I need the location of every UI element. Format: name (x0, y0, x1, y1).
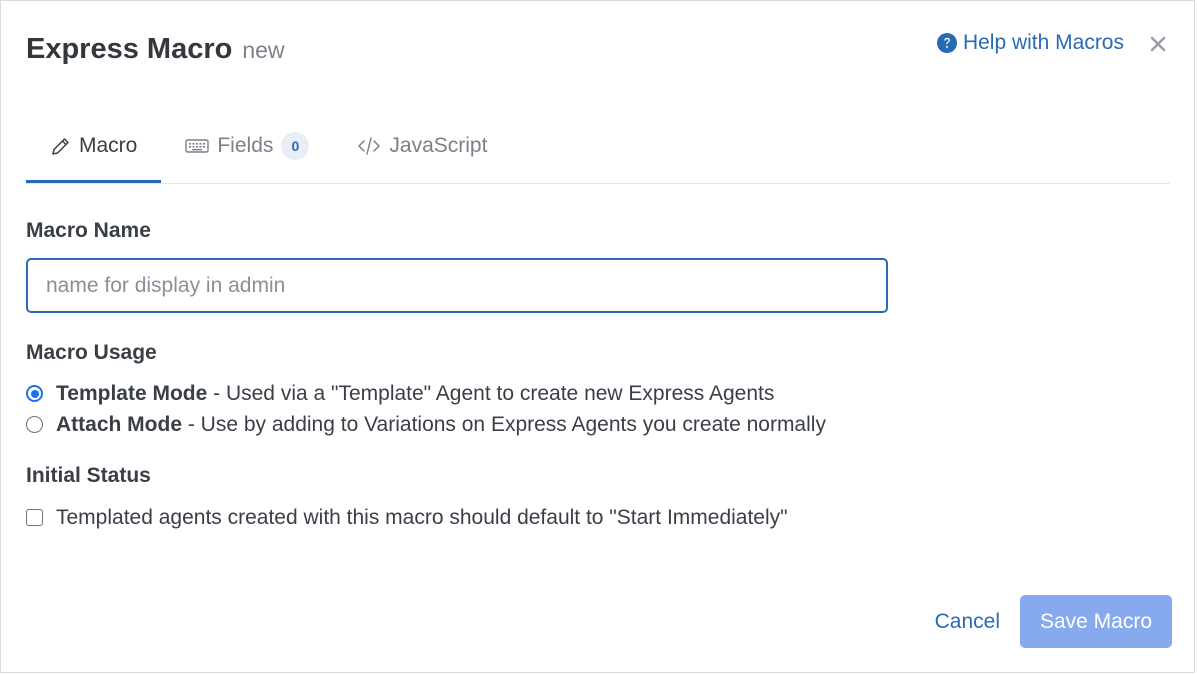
template-mode-name: Template Mode (56, 381, 208, 405)
help-with-macros-link[interactable]: Help with Macros (936, 31, 1124, 55)
pencil-icon (52, 137, 69, 155)
attach-mode-description: - Use by adding to Variations on Express… (182, 412, 826, 436)
tab-javascript[interactable]: JavaScript (333, 111, 511, 181)
modal-header: Express Macro new Help with Macros (26, 31, 1170, 71)
close-icon (1150, 36, 1166, 52)
initial-status-section: Initial Status Templated agents created … (26, 464, 1170, 533)
modal-title: Express Macro new (26, 33, 285, 66)
cancel-button[interactable]: Cancel (935, 602, 1000, 642)
tab-macro-label: Macro (79, 134, 138, 157)
question-circle-icon (936, 33, 957, 53)
attach-mode-name: Attach Mode (56, 412, 182, 436)
express-macro-modal: Express Macro new Help with Macros Macro (0, 0, 1195, 673)
start-immediately-checkbox[interactable] (26, 509, 43, 526)
template-mode-description: - Used via a "Template" Agent to create … (207, 381, 775, 405)
start-immediately-label: Templated agents created with this macro… (56, 505, 788, 529)
initial-status-label: Initial Status (26, 464, 151, 487)
template-mode-option[interactable]: Template Mode - Used via a "Template" Ag… (26, 378, 1170, 409)
fields-count-badge: 0 (281, 132, 310, 160)
macro-name-label: Macro Name (26, 219, 151, 242)
macro-name-input[interactable] (26, 258, 888, 313)
tab-fields[interactable]: Fields 0 (161, 111, 333, 181)
tab-macro[interactable]: Macro (26, 111, 162, 183)
tab-bar: Macro Fields 0 JavaScript (26, 111, 1170, 184)
keyboard-icon (185, 139, 210, 153)
attach-mode-radio[interactable] (26, 416, 43, 433)
tab-javascript-label: JavaScript (389, 134, 488, 157)
macro-usage-label: Macro Usage (26, 341, 157, 364)
title-suffix: new (242, 37, 285, 63)
macro-usage-section: Macro Usage Template Mode - Used via a "… (26, 341, 1170, 440)
code-icon (358, 137, 381, 155)
attach-mode-option[interactable]: Attach Mode - Use by adding to Variation… (26, 409, 1170, 440)
start-immediately-option[interactable]: Templated agents created with this macro… (26, 502, 1170, 533)
macro-usage-radio-group: Template Mode - Used via a "Template" Ag… (26, 378, 1170, 440)
title-text: Express Macro (26, 33, 233, 65)
modal-footer: Cancel Save Macro (935, 595, 1172, 648)
close-button[interactable] (1146, 32, 1170, 56)
tab-fields-label: Fields (217, 134, 274, 157)
save-macro-button[interactable]: Save Macro (1020, 595, 1172, 648)
help-link-label: Help with Macros (962, 31, 1124, 54)
template-mode-radio[interactable] (26, 385, 43, 402)
macro-form: Macro Name Macro Usage Template Mode - U… (26, 219, 1170, 533)
